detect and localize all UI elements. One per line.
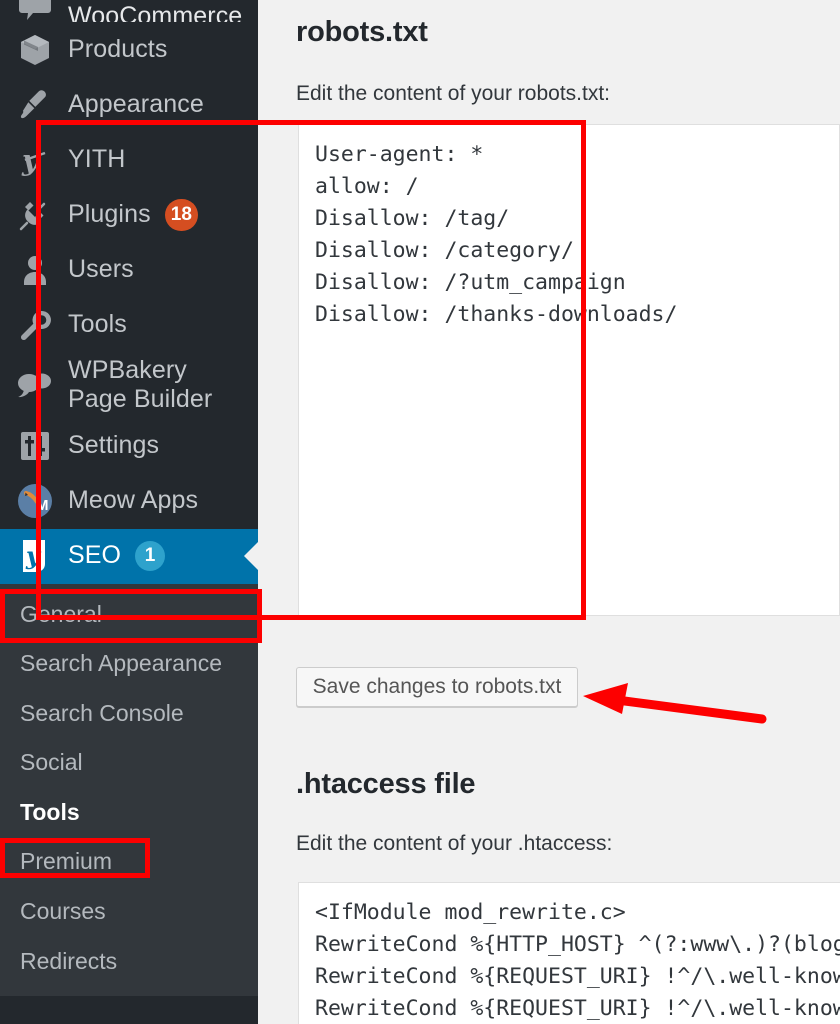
sidebar-item-appearance[interactable]: Appearance	[0, 77, 258, 132]
admin-sidebar-menu: WooCommerce Products Appearance y YITH P…	[0, 0, 258, 1024]
appearance-brush-icon	[14, 85, 56, 125]
robots-txt-heading: robots.txt	[296, 16, 428, 48]
submenu-item-search-appearance[interactable]: Search Appearance	[0, 639, 258, 689]
htaccess-editor-textarea[interactable]: <IfModule mod_rewrite.c> RewriteCond %{H…	[298, 882, 840, 1024]
save-robots-txt-button[interactable]: Save changes to robots.txt	[296, 667, 578, 707]
sidebar-item-woocommerce[interactable]: WooCommerce	[0, 0, 258, 22]
wpbakery-icon	[14, 365, 56, 405]
submenu-item-premium[interactable]: Premium	[0, 837, 258, 887]
sidebar-item-seo[interactable]: y SEO 1	[0, 528, 258, 584]
submenu-item-courses[interactable]: Courses	[0, 887, 258, 937]
submenu-item-redirects[interactable]: Redirects	[0, 937, 258, 987]
sidebar-item-users[interactable]: Users	[0, 242, 258, 297]
htaccess-description: Edit the content of your .htaccess:	[296, 832, 613, 855]
robots-txt-editor-textarea[interactable]: User-agent: * allow: / Disallow: /tag/ D…	[298, 124, 840, 616]
htaccess-heading: .htaccess file	[296, 768, 476, 800]
sidebar-item-wpbakery[interactable]: WPBakery Page Builder	[0, 352, 258, 419]
sidebar-item-label: WooCommerce	[68, 1, 243, 22]
tools-wrench-icon	[14, 305, 56, 345]
sidebar-item-label: Plugins	[68, 199, 151, 228]
sidebar-item-label: Tools	[68, 309, 127, 338]
seo-notification-badge: 1	[135, 541, 166, 571]
sidebar-item-settings[interactable]: Settings	[0, 419, 258, 474]
settings-sliders-icon	[14, 426, 56, 466]
yoast-seo-icon: y	[14, 536, 56, 576]
sidebar-item-yith[interactable]: y YITH	[0, 132, 258, 187]
wordpress-admin-screen: WooCommerce Products Appearance y YITH P…	[0, 0, 840, 1024]
sidebar-item-tools[interactable]: Tools	[0, 297, 258, 352]
products-box-icon	[14, 30, 56, 70]
plugins-update-badge: 18	[164, 198, 199, 231]
sidebar-item-meow-apps[interactable]: M Meow Apps	[0, 474, 258, 529]
svg-text:y: y	[21, 144, 40, 177]
yith-icon: y	[14, 140, 56, 180]
submenu-pointer-arrow-icon	[244, 542, 258, 570]
users-person-icon	[14, 250, 56, 290]
sidebar-item-label: Appearance	[68, 89, 204, 118]
sidebar-item-label: SEO	[68, 541, 122, 570]
sidebar-item-label: YITH	[68, 144, 126, 173]
plugins-plug-icon	[14, 195, 56, 235]
robots-txt-description: Edit the content of your robots.txt:	[296, 82, 611, 105]
sidebar-item-label: Products	[68, 34, 168, 63]
woocommerce-icon	[14, 0, 56, 22]
seo-submenu: General Search Appearance Search Console…	[0, 583, 258, 997]
submenu-item-general[interactable]: General	[0, 590, 258, 640]
svg-text:M: M	[36, 497, 49, 514]
sidebar-item-products[interactable]: Products	[0, 22, 258, 77]
submenu-item-social[interactable]: Social	[0, 738, 258, 788]
sidebar-item-plugins[interactable]: Plugins 18	[0, 187, 258, 242]
svg-text:y: y	[25, 541, 42, 570]
meow-apps-icon: M	[14, 481, 56, 521]
submenu-item-tools[interactable]: Tools	[0, 788, 258, 838]
submenu-item-search-console[interactable]: Search Console	[0, 689, 258, 739]
sidebar-item-label: WPBakery Page Builder	[68, 356, 213, 414]
sidebar-item-label: Settings	[68, 431, 160, 460]
main-content-area: robots.txt Edit the content of your robo…	[258, 0, 840, 1024]
sidebar-item-label: Meow Apps	[68, 486, 199, 515]
sidebar-item-label: Users	[68, 254, 134, 283]
